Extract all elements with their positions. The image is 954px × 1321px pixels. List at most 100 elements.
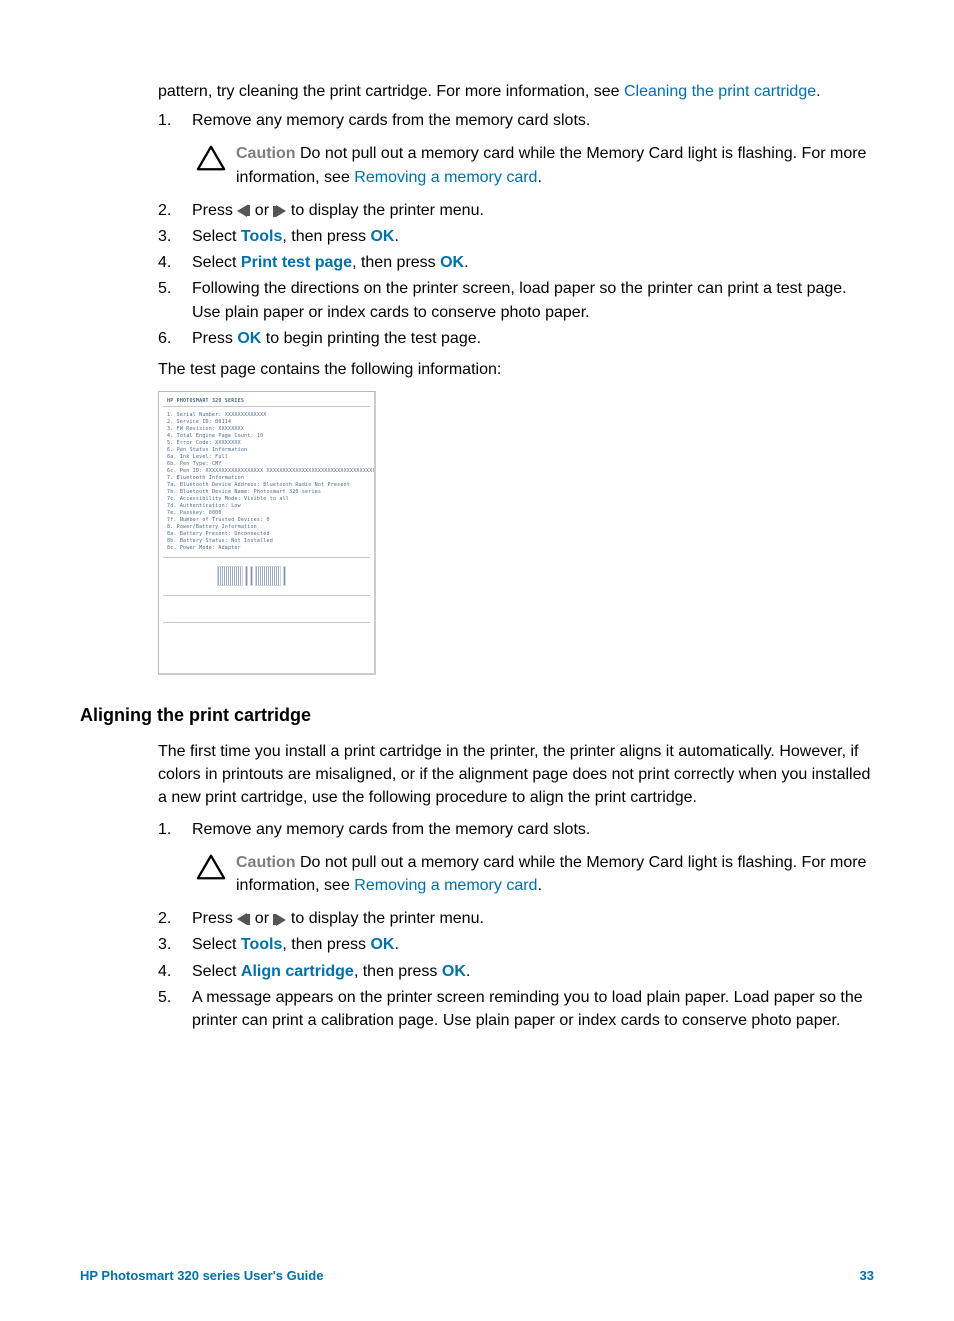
t: to display the printer menu.: [286, 202, 483, 219]
step-text: Following the directions on the printer …: [192, 277, 874, 323]
tp-bar: [245, 566, 248, 586]
page-footer: HP Photosmart 320 series User's Guide 33: [80, 1268, 874, 1283]
tp-l: 4. Total Engine Page Count: 10: [167, 433, 263, 439]
tp-l: 7b. Bluetooth Device Name: Photosmart 32…: [167, 489, 321, 495]
list-item: 6. Press OK to begin printing the test p…: [158, 327, 874, 350]
tp-l: 5. Error Code: XXXXXXXX: [167, 440, 241, 446]
steps-list-1b: 2. Press or to display the printer menu.…: [158, 199, 874, 350]
tp-title: HP PHOTOSMART 320 SERIES: [167, 398, 244, 404]
tools-label: Tools: [241, 228, 282, 245]
removing-memory-card-link[interactable]: Removing a memory card: [354, 169, 537, 186]
step-text: Select Align cartridge, then press OK.: [192, 960, 874, 983]
tools-label: Tools: [241, 936, 282, 953]
tp-l: 1. Serial Number: XXXXXXXXXXXXX: [167, 412, 267, 418]
t: or: [250, 202, 273, 219]
caution-label: Caution: [236, 145, 296, 162]
content-area: pattern, try cleaning the print cartridg…: [158, 80, 874, 675]
tp-l: 8. Power/Battery Information: [167, 524, 257, 530]
t: or: [250, 910, 273, 927]
tp-divider: [163, 557, 370, 558]
tp-divider: [163, 406, 370, 407]
caution-body: Do not pull out a memory card while the …: [236, 145, 866, 185]
step-text: Remove any memory cards from the memory …: [192, 818, 874, 841]
intro-period: .: [816, 83, 820, 100]
aligning-heading: Aligning the print cartridge: [80, 705, 874, 726]
list-item: 4. Select Align cartridge, then press OK…: [158, 960, 874, 983]
list-item: 3. Select Tools, then press OK.: [158, 933, 874, 956]
tp-l: 8c. Power Mode: Adapter: [167, 545, 241, 551]
caution-text: Caution Do not pull out a memory card wh…: [236, 851, 874, 897]
footer-page-number: 33: [860, 1268, 874, 1283]
page: pattern, try cleaning the print cartridg…: [0, 0, 954, 1321]
tp-divider: [163, 595, 370, 596]
intro-continuation: pattern, try cleaning the print cartridg…: [158, 80, 874, 103]
step-number: 3.: [158, 933, 192, 956]
tp-l: 6c. Pen ID: XXXXXXXXXXXXXXXXXX XXXXXXXXX…: [167, 468, 376, 474]
tp-l: 2. Service ID: 00114: [167, 419, 231, 425]
left-arrow-icon: [237, 205, 250, 217]
ok-label: OK: [370, 228, 394, 245]
tp-l: 7e. Passkey: 0000: [167, 510, 222, 516]
print-test-page-label: Print test page: [241, 254, 352, 271]
step-number: 5.: [158, 277, 192, 323]
t: , then press: [282, 936, 370, 953]
right-arrow-icon: [273, 205, 286, 217]
step-number: 2.: [158, 907, 192, 930]
left-arrow-icon: [237, 913, 250, 925]
t: .: [464, 254, 468, 271]
tp-divider: [163, 622, 370, 623]
caution-triangle-icon: [196, 144, 226, 172]
removing-memory-card-link[interactable]: Removing a memory card: [354, 877, 537, 894]
tp-l: 7f. Number of Trusted Devices: 0: [167, 517, 270, 523]
aligning-paragraph: The first time you install a print cartr…: [158, 740, 874, 810]
step-number: 4.: [158, 960, 192, 983]
caution-box-1: Caution Do not pull out a memory card wh…: [196, 142, 874, 188]
right-arrow-icon: [273, 914, 286, 926]
tp-l: 8a. Battery Present: Unconnected: [167, 531, 270, 537]
t: to begin printing the test page.: [261, 330, 481, 347]
caution-period: .: [537, 877, 541, 894]
after-list-text: The test page contains the following inf…: [158, 358, 874, 381]
t: , then press: [354, 963, 442, 980]
t: Select: [192, 963, 241, 980]
list-item: 3. Select Tools, then press OK.: [158, 225, 874, 248]
t: Select: [192, 254, 241, 271]
align-cartridge-label: Align cartridge: [241, 963, 354, 980]
step-number: 1.: [158, 109, 192, 132]
list-item: 4. Select Print test page, then press OK…: [158, 251, 874, 274]
t: .: [394, 228, 398, 245]
caution-box-2: Caution Do not pull out a memory card wh…: [196, 851, 874, 897]
tp-bar: [255, 566, 281, 586]
tp-l: 7c. Accessibility Mode: Visible to all: [167, 496, 289, 502]
tp-l: 7d. Authentication: Low: [167, 503, 241, 509]
step-number: 5.: [158, 986, 192, 1032]
t: .: [394, 936, 398, 953]
ok-label: OK: [237, 330, 261, 347]
step-text: Press or to display the printer menu.: [192, 907, 874, 930]
tp-bar: [250, 566, 253, 586]
list-item: 1. Remove any memory cards from the memo…: [158, 109, 874, 132]
tp-bar: [283, 566, 286, 586]
step-number: 1.: [158, 818, 192, 841]
t: to display the printer menu.: [286, 910, 483, 927]
step-text: Select Tools, then press OK.: [192, 933, 874, 956]
step-text: Press or to display the printer menu.: [192, 199, 874, 222]
tp-l: 6b. Pen Type: CMY: [167, 461, 222, 467]
tp-color-bars: [217, 566, 286, 586]
t: Press: [192, 910, 237, 927]
step-text: Remove any memory cards from the memory …: [192, 109, 874, 132]
tp-l: 3. FW Revision: XXXXXXXX: [167, 426, 244, 432]
caution-triangle-icon: [196, 853, 226, 881]
t: Press: [192, 202, 237, 219]
footer-title: HP Photosmart 320 series User's Guide: [80, 1268, 323, 1283]
ok-label: OK: [442, 963, 466, 980]
list-item: 5. A message appears on the printer scre…: [158, 986, 874, 1032]
tp-l: 6a. Ink Level: Full: [167, 454, 228, 460]
list-item: 2. Press or to display the printer menu.: [158, 199, 874, 222]
tp-l: 6. Pen Status Information: [167, 447, 247, 453]
steps-list-2b: 2. Press or to display the printer menu.…: [158, 907, 874, 1032]
step-number: 3.: [158, 225, 192, 248]
step-number: 4.: [158, 251, 192, 274]
content-area-2: The first time you install a print cartr…: [158, 740, 874, 1032]
cleaning-cartridge-link[interactable]: Cleaning the print cartridge: [624, 83, 816, 100]
